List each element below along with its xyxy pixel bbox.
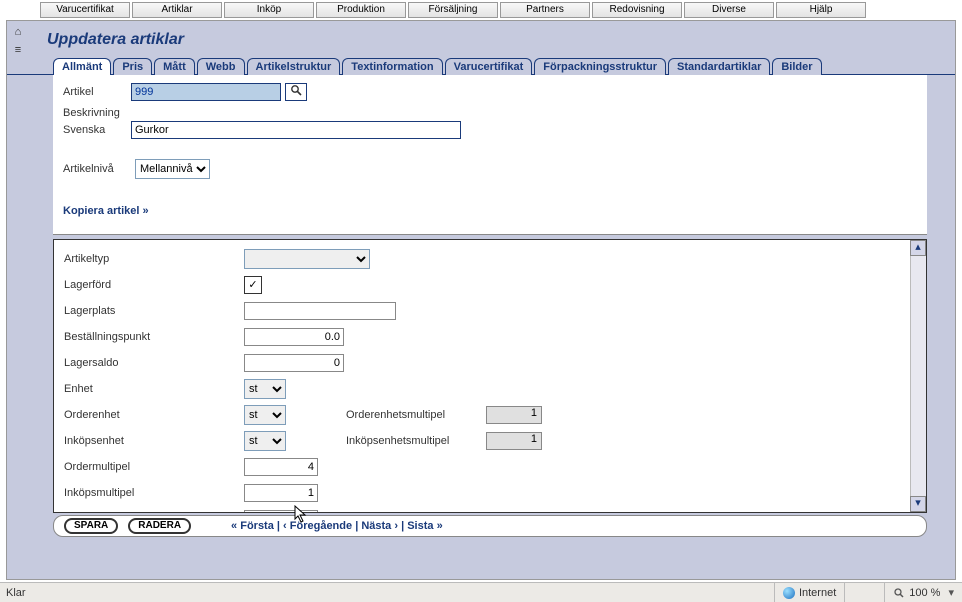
general-section: Artikel Beskrivning Svenska Artikelnivå … (53, 75, 927, 235)
tab-textinformation[interactable]: Textinformation (342, 58, 442, 75)
nav-prev[interactable]: ‹ Föregående (283, 520, 352, 532)
nav-last[interactable]: Sista » (407, 520, 442, 532)
inkopsenhet-label: Inköpsenhet (64, 435, 244, 447)
status-ready: Klar (0, 587, 32, 599)
svenska-input[interactable] (131, 121, 461, 139)
menu-artiklar[interactable]: Artiklar (132, 2, 222, 18)
search-icon[interactable] (285, 83, 307, 101)
menu-diverse[interactable]: Diverse (684, 2, 774, 18)
bestallningspunkt-label: Beställningspunkt (64, 331, 244, 343)
status-bar: Klar Internet 100 % ▾ (0, 582, 962, 602)
scrollbar[interactable]: ▴ ▾ (910, 240, 926, 512)
inkopsenhet-select[interactable]: st (244, 431, 286, 451)
record-nav: « Första | ‹ Föregående | Nästa › | Sist… (231, 520, 443, 532)
action-bar: SPARA RADERA « Första | ‹ Föregående | N… (53, 515, 927, 537)
tab-varucertifikat[interactable]: Varucertifikat (445, 58, 533, 75)
artikeltyp-select[interactable] (244, 249, 370, 269)
tab-matt[interactable]: Mått (154, 58, 195, 75)
artikeltyp-label: Artikeltyp (64, 253, 244, 265)
artikel-label: Artikel (63, 86, 131, 98)
lagersaldo-label: Lagersaldo (64, 357, 244, 369)
lagerplats-input[interactable] (244, 302, 396, 320)
main-menu: Varucertifikat Artiklar Inköp Produktion… (0, 0, 962, 20)
menu-hjalp[interactable]: Hjälp (776, 2, 866, 18)
tab-pris[interactable]: Pris (113, 58, 152, 75)
inkopsmultipel-input[interactable] (244, 484, 318, 502)
scroll-down-icon[interactable]: ▾ (910, 496, 926, 512)
artikelniva-select[interactable]: Mellannivå (135, 159, 210, 179)
scroll-up-icon[interactable]: ▴ (910, 240, 926, 256)
zoom-icon (893, 587, 905, 599)
ordermultipel-input[interactable] (244, 458, 318, 476)
delete-button[interactable]: RADERA (128, 518, 191, 534)
orderenhet-label: Orderenhet (64, 409, 244, 421)
menu-redovisning[interactable]: Redovisning (592, 2, 682, 18)
lagerford-checkbox[interactable]: ✓ (244, 276, 262, 294)
lagerford-label: Lagerförd (64, 279, 244, 291)
svenska-label: Svenska (63, 124, 131, 136)
nav-first[interactable]: « Första (231, 520, 274, 532)
globe-icon (783, 587, 795, 599)
orderenhetsmultipel-value: 1 (486, 406, 542, 424)
zoom-control[interactable]: 100 % ▾ (884, 583, 962, 602)
menu-varucertifikat[interactable]: Varucertifikat (40, 2, 130, 18)
status-zone: Internet (774, 583, 844, 602)
chevron-down-icon[interactable]: ▾ (948, 586, 954, 599)
tab-allmant[interactable]: Allmänt (53, 58, 111, 75)
menu-partners[interactable]: Partners (500, 2, 590, 18)
lagersaldo-input[interactable] (244, 354, 344, 372)
menu-produktion[interactable]: Produktion (316, 2, 406, 18)
orderenhetsmultipel-label: Orderenhetsmultipel (346, 409, 486, 421)
tab-bilder[interactable]: Bilder (772, 58, 821, 75)
main-panel: ⌂ ≡ Uppdatera artiklar Allmänt Pris Mått… (6, 20, 956, 580)
artikel-input[interactable] (131, 83, 281, 101)
inkopsenhetsmultipel-label: Inköpsenhetsmultipel (346, 435, 486, 447)
page-title: Uppdatera artiklar (7, 21, 955, 57)
nav-next[interactable]: Nästa › (361, 520, 398, 532)
copy-article-link[interactable]: Kopiera artikel » (63, 205, 917, 217)
orderenhet-select[interactable]: st (244, 405, 286, 425)
tab-forpackningsstruktur[interactable]: Förpackningsstruktur (534, 58, 666, 75)
beskrivning-label: Beskrivning (63, 107, 917, 119)
save-button[interactable]: SPARA (64, 518, 118, 534)
status-extra (844, 583, 884, 602)
inkopsmultipel-label: Inköpsmultipel (64, 487, 244, 499)
details-section: Artikeltyp Lagerförd ✓ Lagerplats Bestäl… (53, 239, 927, 513)
minsta-input[interactable] (244, 510, 318, 512)
tab-standardartiklar[interactable]: Standardartiklar (668, 58, 770, 75)
enhet-label: Enhet (64, 383, 244, 395)
list-icon[interactable]: ≡ (11, 43, 25, 57)
menu-inkop[interactable]: Inköp (224, 2, 314, 18)
home-icon[interactable]: ⌂ (11, 25, 25, 39)
tab-row: Allmänt Pris Mått Webb Artikelstruktur T… (7, 57, 955, 75)
menu-forsaljning[interactable]: Försäljning (408, 2, 498, 18)
enhet-select[interactable]: st (244, 379, 286, 399)
tab-artikelstruktur[interactable]: Artikelstruktur (247, 58, 341, 75)
inkopsenhetsmultipel-value: 1 (486, 432, 542, 450)
tab-webb[interactable]: Webb (197, 58, 245, 75)
bestallningspunkt-input[interactable] (244, 328, 344, 346)
ordermultipel-label: Ordermultipel (64, 461, 244, 473)
artikelniva-label: Artikelnivå (63, 163, 135, 175)
lagerplats-label: Lagerplats (64, 305, 244, 317)
